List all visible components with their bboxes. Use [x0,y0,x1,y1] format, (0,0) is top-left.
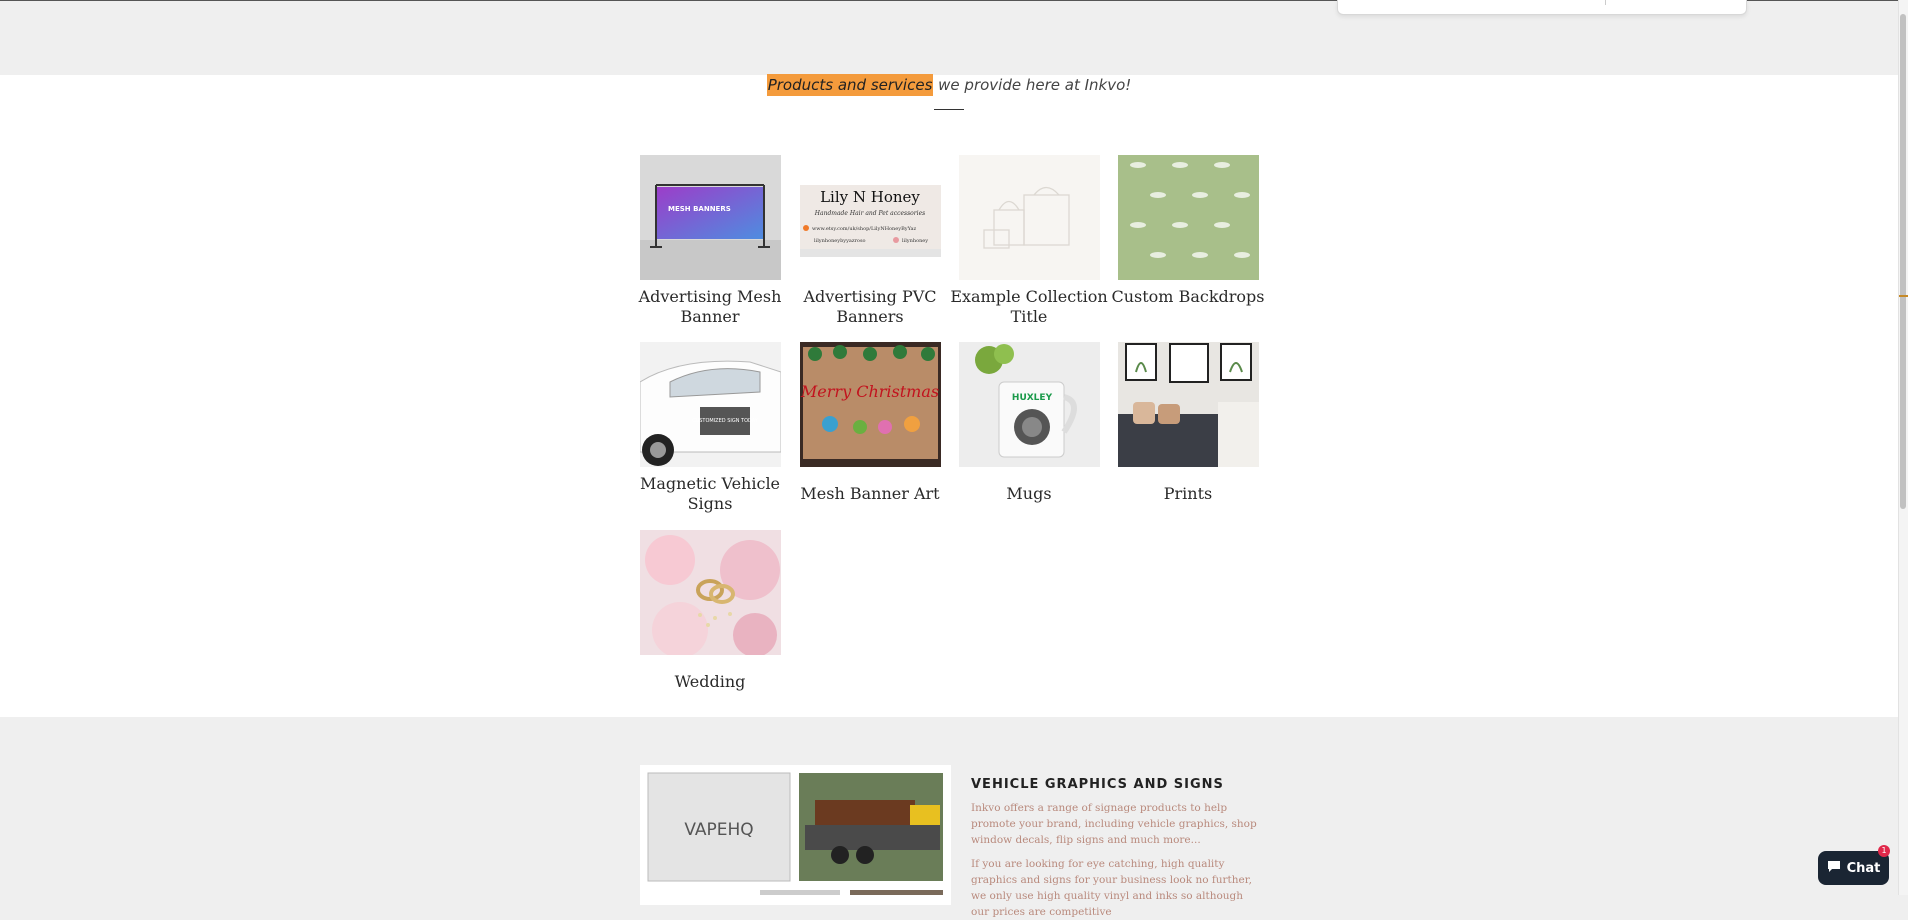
intro-highlight: Products and services [766,74,934,96]
collection-label[interactable]: Custom Backdrops [1108,287,1268,307]
vehicle-sign-image[interactable]: CUSTOMIZED SIGN TODAY [640,342,781,467]
dropdown-overlay[interactable] [1337,0,1747,15]
prints-image[interactable] [1118,342,1259,467]
mesh-thumb-text: MESH BANNERS [668,205,731,213]
collection-tile-magnetic-vehicle-signs[interactable]: CUSTOMIZED SIGN TODAY Magnetic Vehicle S… [640,342,781,514]
collection-tile-custom-backdrops[interactable]: Custom Backdrops [1111,155,1265,307]
collection-label[interactable]: Wedding [630,672,790,692]
collection-label[interactable]: Example Collection Title [949,287,1109,327]
promo-paragraph-2: If you are looking for eye catching, hig… [971,858,1252,918]
backdrop-image[interactable] [1118,155,1259,280]
collection-label[interactable]: Mesh Banner Art [790,484,950,504]
promo-paragraph-1: Inkvo offers a range of signage products… [971,802,1257,846]
christmas-banner-image[interactable]: Merry Christmas [800,342,941,467]
chat-bubble-icon [1827,860,1841,877]
collections-section [0,75,1898,717]
pvc-thumb-sub: Handmade Hair and Pet accessories [814,210,925,217]
mug-thumb-text: HUXLEY [1012,393,1053,403]
collection-tile-advertising-mesh-banner[interactable]: MESH BANNERS Advertising Mesh Banner [639,155,781,327]
dropdown-divider [1605,0,1606,5]
collection-label[interactable]: Prints [1108,484,1268,504]
scrollbar-thumb[interactable] [1900,14,1906,509]
wedding-image[interactable] [640,530,781,655]
vehicle-thumb-text: CUSTOMIZED SIGN TODAY [692,418,759,424]
christmas-thumb-text: Merry Christmas [800,382,939,401]
chat-button[interactable]: Chat [1818,851,1889,885]
scrollbar-marker [1899,295,1908,297]
promo-title: VEHICLE GRAPHICS AND SIGNS [971,777,1224,792]
mesh-banner-image[interactable]: MESH BANNERS [640,155,781,280]
collection-tile-mesh-banner-art[interactable]: Merry Christmas Mesh Banner Art [800,342,941,504]
collection-label[interactable]: Advertising Mesh Banner [630,287,790,327]
pvc-thumb-title: Lily N Honey [820,188,920,206]
collection-tile-prints[interactable]: Prints [1118,342,1259,504]
gallery-text: VAPEHQ [684,820,753,840]
pvc-thumb-handle2: lilynhoney [902,238,928,244]
chat-notification-badge: 1 [1878,845,1890,857]
mug-image[interactable]: HUXLEY [959,342,1100,467]
intro-divider [934,109,964,110]
intro-text: we provide here at Inkvo! [933,76,1132,94]
promo-gallery: VAPEHQ [640,765,951,905]
pvc-thumb-url: www.etsy.com/uk/shop/LilyNHoneyByYaz [812,226,916,232]
collection-tile-mugs[interactable]: HUXLEY Mugs [959,342,1100,504]
collection-tile-wedding[interactable]: Wedding [640,530,781,692]
pvc-thumb-handle1: lilynhoneybyyazroso [814,238,866,244]
collection-label[interactable]: Mugs [949,484,1109,504]
collection-label[interactable]: Advertising PVC Banners [790,287,950,327]
collections-intro: Products and services we provide here at… [0,74,1898,96]
collection-tile-advertising-pvc-banners[interactable]: Lily N Honey Handmade Hair and Pet acces… [800,155,941,327]
collection-label[interactable]: Magnetic Vehicle Signs [630,474,790,514]
pvc-banner-image[interactable]: Lily N Honey Handmade Hair and Pet acces… [800,155,941,280]
placeholder-image[interactable] [959,155,1100,280]
chat-label: Chat [1846,860,1881,876]
collection-tile-example-collection-title[interactable]: Example Collection Title [950,155,1108,327]
